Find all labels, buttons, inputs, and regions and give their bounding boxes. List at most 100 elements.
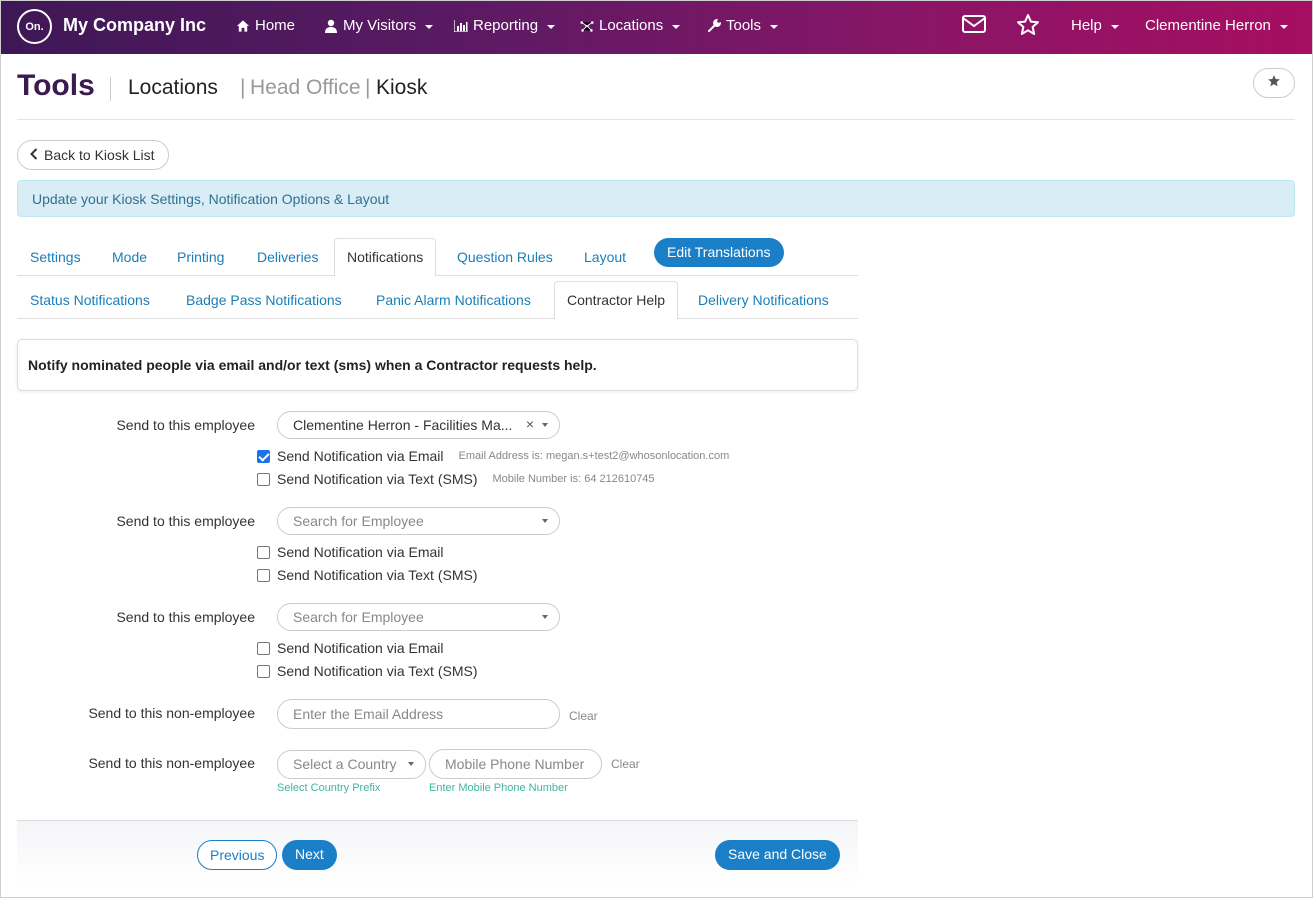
star-outline-icon xyxy=(1016,13,1040,41)
sms-checkbox-1[interactable] xyxy=(257,472,270,486)
subtab-contractor-help[interactable]: Contractor Help xyxy=(554,281,679,320)
tab-printing[interactable]: Printing xyxy=(177,238,224,276)
breadcrumb-locations[interactable]: Locations xyxy=(128,76,218,100)
form-footer: Previous Next Save and Close xyxy=(17,820,858,886)
next-button[interactable]: Next xyxy=(282,840,337,870)
top-navigation-bar: On. My Company Inc Home My Visitors Repo… xyxy=(1,1,1312,54)
clear-email-link[interactable]: Clear xyxy=(569,709,598,723)
nav-locations[interactable]: Locations xyxy=(580,17,681,34)
mobile-number-hint: Enter Mobile Phone Number xyxy=(429,782,568,794)
sms-checkbox-2[interactable] xyxy=(257,568,270,582)
employee-label: Send to this employee xyxy=(116,513,255,529)
nav-tools[interactable]: Tools xyxy=(707,17,779,34)
sms-option-label: Send Notification via Text (SMS) xyxy=(277,567,478,583)
clear-selection-icon[interactable]: × xyxy=(526,416,534,432)
panel-description: Notify nominated people via email and/or… xyxy=(28,357,597,373)
sms-option-label: Send Notification via Text (SMS) xyxy=(277,471,478,487)
sms-option-label: Send Notification via Text (SMS) xyxy=(277,663,478,679)
email-option-label: Send Notification via Email xyxy=(277,448,444,464)
country-prefix-hint: Select Country Prefix xyxy=(277,782,381,794)
email-address-hint: Email Address is: megan.s+test2@whosonlo… xyxy=(458,450,730,462)
save-and-close-button[interactable]: Save and Close xyxy=(715,840,840,870)
user-menu[interactable]: Clementine Herron xyxy=(1145,17,1288,34)
country-placeholder: Select a Country xyxy=(293,756,397,772)
email-option-label: Send Notification via Email xyxy=(277,640,444,656)
email-checkbox-3[interactable] xyxy=(257,641,270,655)
messages-button[interactable] xyxy=(962,14,986,38)
tab-notifications[interactable]: Notifications xyxy=(334,238,437,277)
non-employee-label: Send to this non-employee xyxy=(88,755,255,771)
chevron-down-icon xyxy=(672,24,681,29)
nav-tools-label: Tools xyxy=(726,17,762,34)
company-name[interactable]: My Company Inc xyxy=(63,15,206,36)
subtab-panic-alarm-notifications[interactable]: Panic Alarm Notifications xyxy=(376,281,531,319)
chevron-down-icon xyxy=(425,24,434,29)
sms-checkbox-3[interactable] xyxy=(257,664,270,678)
employee-select-3[interactable]: Search for Employee xyxy=(277,603,560,631)
wrench-icon xyxy=(707,19,721,33)
tab-deliveries[interactable]: Deliveries xyxy=(257,238,318,276)
favorites-button[interactable] xyxy=(1016,13,1040,41)
header-divider xyxy=(17,119,1295,120)
clear-phone-link[interactable]: Clear xyxy=(611,757,640,771)
subtab-badge-pass-notifications[interactable]: Badge Pass Notifications xyxy=(186,281,342,319)
employee-select-1[interactable]: Clementine Herron - Facilities Ma... × xyxy=(277,411,560,439)
email-option-label: Send Notification via Email xyxy=(277,544,444,560)
email-checkbox-1[interactable] xyxy=(257,449,270,463)
sms-option-1: Send Notification via Text (SMS) Mobile … xyxy=(257,471,655,487)
chevron-down-icon xyxy=(1279,24,1288,29)
non-employee-email-input[interactable]: Enter the Email Address xyxy=(277,699,560,729)
email-option-3: Send Notification via Email xyxy=(257,640,444,656)
chevron-down-icon xyxy=(547,24,556,29)
user-icon xyxy=(324,19,338,33)
breadcrumb-separator: | xyxy=(365,76,371,99)
logo-text: On. xyxy=(25,20,44,33)
subtab-delivery-notifications[interactable]: Delivery Notifications xyxy=(698,281,829,319)
nav-reporting[interactable]: Reporting xyxy=(454,17,556,34)
tab-layout[interactable]: Layout xyxy=(584,238,626,276)
company-logo[interactable]: On. xyxy=(17,9,52,44)
info-text: Update your Kiosk Settings, Notification… xyxy=(32,191,390,207)
breadcrumb-head-office[interactable]: Head Office xyxy=(250,76,361,100)
edit-translations-button[interactable]: Edit Translations xyxy=(654,238,784,267)
tab-question-rules[interactable]: Question Rules xyxy=(457,238,553,276)
description-panel: Notify nominated people via email and/or… xyxy=(17,339,858,391)
employee-search-placeholder: Search for Employee xyxy=(293,609,424,625)
country-select[interactable]: Select a Country xyxy=(277,750,426,779)
bar-chart-icon xyxy=(454,19,468,33)
info-alert: Update your Kiosk Settings, Notification… xyxy=(17,180,1295,217)
user-name: Clementine Herron xyxy=(1145,17,1271,34)
tab-settings[interactable]: Settings xyxy=(30,238,81,276)
mobile-number-hint: Mobile Number is: 64 212610745 xyxy=(492,473,655,485)
employee-select-2[interactable]: Search for Employee xyxy=(277,507,560,535)
tab-mode[interactable]: Mode xyxy=(112,238,147,276)
nav-help[interactable]: Help xyxy=(1071,17,1119,34)
page-title: Tools xyxy=(17,69,95,102)
chevron-down-icon xyxy=(542,615,548,619)
nav-home[interactable]: Home xyxy=(236,17,295,34)
chevron-down-icon xyxy=(770,24,779,29)
back-label: Back to Kiosk List xyxy=(44,147,155,163)
nav-locations-label: Locations xyxy=(599,17,664,34)
selected-employee: Clementine Herron - Facilities Ma... xyxy=(293,417,513,433)
previous-button[interactable]: Previous xyxy=(197,840,278,870)
chevron-down-icon xyxy=(408,762,414,766)
mobile-phone-input[interactable]: Mobile Phone Number xyxy=(429,749,602,779)
breadcrumb-separator: | xyxy=(240,76,246,99)
sms-option-2: Send Notification via Text (SMS) xyxy=(257,567,478,583)
home-icon xyxy=(236,19,250,33)
nav-home-label: Home xyxy=(255,17,296,34)
email-checkbox-2[interactable] xyxy=(257,545,270,559)
nav-my-visitors[interactable]: My Visitors xyxy=(324,17,434,34)
notification-subtabs: Status Notifications Badge Pass Notifica… xyxy=(17,281,858,320)
employee-label: Send to this employee xyxy=(116,417,255,433)
subtab-status-notifications[interactable]: Status Notifications xyxy=(30,281,150,319)
bookmark-button[interactable] xyxy=(1253,68,1295,98)
nav-visitors-label: My Visitors xyxy=(343,17,417,34)
chevron-left-icon xyxy=(30,147,38,163)
employee-search-placeholder: Search for Employee xyxy=(293,513,424,529)
non-employee-label: Send to this non-employee xyxy=(88,705,255,721)
email-option-2: Send Notification via Email xyxy=(257,544,444,560)
back-to-kiosk-list-button[interactable]: Back to Kiosk List xyxy=(17,140,169,170)
phone-placeholder: Mobile Phone Number xyxy=(445,756,585,772)
